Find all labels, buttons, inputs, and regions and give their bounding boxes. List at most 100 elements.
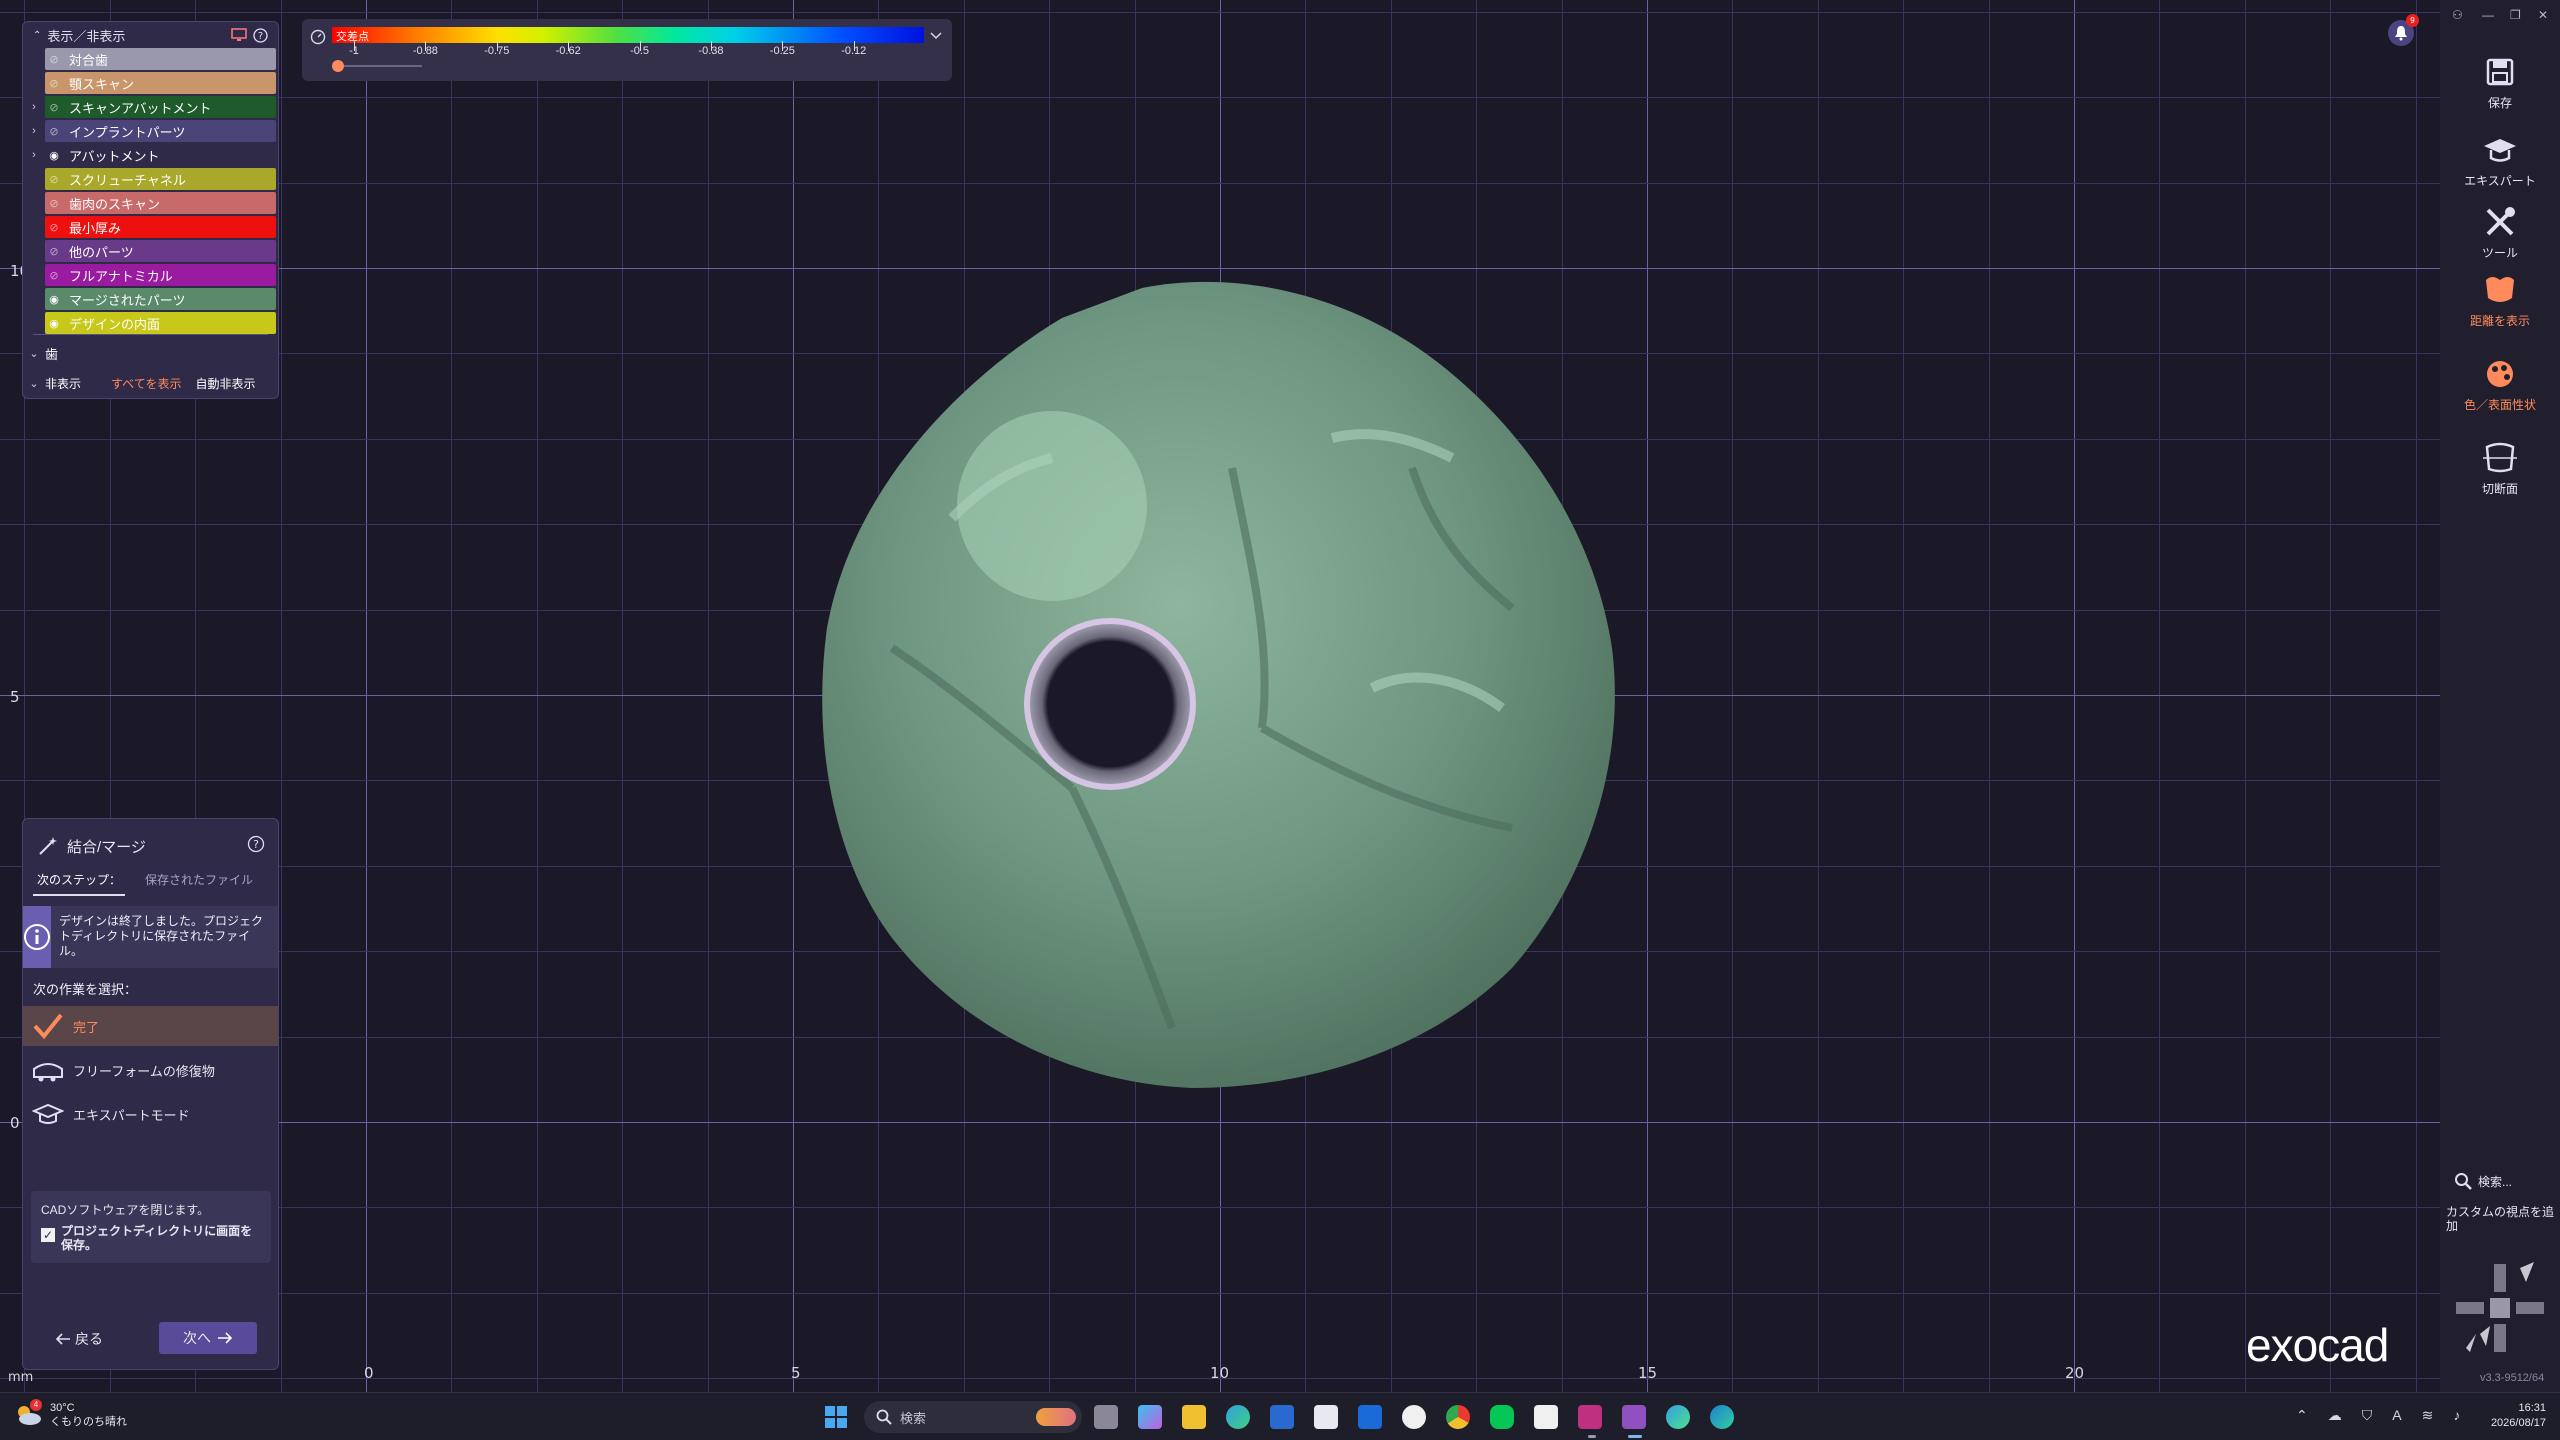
chevron-down-icon[interactable] (930, 31, 942, 41)
grid-line (0, 1207, 2440, 1209)
tab-next-step[interactable]: 次のステップ： (33, 869, 126, 896)
scale-tick-label: -0.75 (484, 45, 510, 57)
edge-dev-icon[interactable] (1666, 1405, 1690, 1429)
tool-save[interactable]: 保存 (2440, 50, 2560, 111)
layer-row[interactable]: ⊘ 対合歯 (23, 48, 280, 70)
taskbar-search-box[interactable]: 検索 (864, 1401, 1082, 1433)
eye-off-icon[interactable]: ⊘ (45, 77, 63, 90)
auto-hide-link[interactable]: 自動非表示 (195, 375, 255, 392)
layer-row[interactable]: ⊘ 顎スキャン (23, 72, 280, 94)
file-explorer-icon[interactable] (1182, 1405, 1206, 1429)
grid-line (1903, 0, 1905, 1392)
restore-icon[interactable]: ❐ (2510, 8, 2521, 22)
cad-app-icon[interactable] (1622, 1405, 1646, 1429)
tool-show-distance[interactable]: 距離を表示 (2440, 268, 2560, 329)
teeth-group-row[interactable]: ⌄ 歯 (23, 342, 280, 364)
save-screenshot-checkbox[interactable]: ✓ (41, 1228, 55, 1242)
expand-chevron-icon[interactable]: ⌄ (23, 347, 45, 360)
layer-row[interactable]: ⊘ 他のパーツ (23, 240, 280, 262)
tool-cut-plane[interactable]: 切断面 (2440, 436, 2560, 497)
monitor-pin-icon[interactable] (231, 28, 247, 42)
eye-icon[interactable]: ◉ (45, 293, 63, 306)
eye-off-icon[interactable]: ⊘ (45, 101, 63, 114)
security-icon[interactable]: ⛉ (2362, 1407, 2373, 1424)
option-expert-mode[interactable]: エキスパートモード (23, 1094, 278, 1134)
eye-off-icon[interactable]: ⊘ (45, 221, 63, 234)
collapse-chevron-icon[interactable]: ⌃ (33, 30, 41, 41)
eye-off-icon[interactable]: ⊘ (45, 173, 63, 186)
minimize-icon[interactable]: — (2482, 8, 2494, 22)
next-button[interactable]: 次へ (159, 1322, 257, 1354)
tab-saved-files[interactable]: 保存されたファイル (141, 869, 257, 896)
tool-color-texture[interactable]: 色／表面性状 (2440, 352, 2560, 413)
eye-icon[interactable]: ◉ (45, 149, 63, 162)
wifi-icon[interactable]: ≋ (2422, 1407, 2434, 1424)
notepad-icon[interactable] (1314, 1405, 1338, 1429)
merge-panel-title: 結合/マージ (67, 838, 146, 856)
layer-row[interactable]: › ◉ アバットメント (23, 144, 280, 166)
windows-start-icon[interactable] (824, 1405, 848, 1429)
ime-icon[interactable]: A (2392, 1407, 2401, 1424)
layer-row[interactable]: ⊘ フルアナトミカル (23, 264, 280, 286)
option-finish[interactable]: 完了 (23, 1006, 278, 1046)
eye-icon[interactable]: ◉ (45, 317, 63, 330)
speaker-icon[interactable]: ♪ (2453, 1407, 2460, 1424)
tool-expert[interactable]: エキスパート (2440, 128, 2560, 189)
show-all-link[interactable]: すべてを表示 (111, 375, 181, 392)
eye-off-icon[interactable]: ⊘ (45, 245, 63, 258)
chevron-up-icon[interactable]: ⌃ (2296, 1407, 2308, 1424)
view-cube-icon[interactable] (2450, 1258, 2550, 1358)
crown-model[interactable] (812, 268, 1638, 1094)
x-tick-15: 15 (1638, 1364, 1658, 1382)
running-indicator (1588, 1435, 1596, 1438)
user-icon[interactable]: ⚇ (2452, 8, 2463, 22)
close-options-box: CADソフトウェアを閉じます。 ✓ プロジェクトディレクトリに画面を保存。 (31, 1191, 271, 1263)
edge-icon[interactable] (1226, 1405, 1250, 1429)
3d-viewport[interactable]: 0 5 10 15 20 10 5 0 mm (0, 0, 2440, 1392)
custom-view-label[interactable]: カスタムの視点を追加 (2446, 1205, 2556, 1233)
layer-row[interactable]: ◉ デザインの内面 (23, 312, 280, 334)
close-icon[interactable]: ✕ (2538, 8, 2548, 22)
eye-off-icon[interactable]: ⊘ (45, 197, 63, 210)
back-button[interactable]: 戻る (55, 1329, 103, 1349)
onedrive-icon[interactable]: ☁ (2328, 1407, 2342, 1424)
weather-widget[interactable]: 30°C くもりのち晴れ 4 (14, 1399, 127, 1429)
capcut-icon[interactable] (1534, 1405, 1558, 1429)
layer-row[interactable]: › ⊘ インプラントパーツ (23, 120, 280, 142)
task-view-icon[interactable] (1094, 1405, 1118, 1429)
line-icon[interactable] (1490, 1405, 1514, 1429)
chrome-icon[interactable] (1446, 1405, 1470, 1429)
collapse-chevron-icon[interactable]: ⌄ (23, 377, 45, 390)
layer-row[interactable]: ⊘ スクリューチャネル (23, 168, 280, 190)
layer-row[interactable]: › ⊘ スキャンアバットメント (23, 96, 280, 118)
eye-off-icon[interactable]: ⊘ (45, 125, 63, 138)
store-icon[interactable] (1270, 1405, 1294, 1429)
scale-slider-handle[interactable] (332, 60, 344, 72)
eye-off-icon[interactable]: ⊘ (45, 53, 63, 66)
layer-row[interactable]: ◉ マージされたパーツ (23, 288, 280, 310)
chat-app-icon[interactable] (1402, 1405, 1426, 1429)
layer-label: スクリューチャネル (69, 172, 186, 188)
tool-tools[interactable]: ツール (2440, 200, 2560, 261)
edge-beta-icon[interactable] (1710, 1405, 1734, 1429)
help-icon[interactable]: ? (247, 835, 265, 853)
layer-row[interactable]: ⊘ 歯肉のスキャン (23, 192, 280, 214)
eye-off-icon[interactable]: ⊘ (45, 269, 63, 282)
exocad-app-icon[interactable] (1578, 1405, 1602, 1429)
help-icon[interactable]: ? (253, 27, 268, 43)
notification-button[interactable]: 9 (2388, 14, 2419, 46)
clock[interactable]: 16:31 2026/08/17 (2476, 1401, 2546, 1431)
layer-row[interactable]: ⊘ 最小厚み (23, 216, 280, 238)
tool-label: 色／表面性状 (2463, 398, 2536, 412)
search-button[interactable]: 検索... (2454, 1172, 2512, 1190)
system-tray[interactable]: ⌃ ☁ ⛉ A ≋ ♪ (2296, 1407, 2460, 1424)
clock-time: 16:31 (2518, 1402, 2546, 1414)
copilot-icon[interactable] (1138, 1405, 1162, 1429)
expand-chevron-icon[interactable]: › (23, 125, 45, 137)
expand-chevron-icon[interactable]: › (23, 101, 45, 113)
cut-plane-icon (2483, 442, 2517, 473)
speedometer-icon[interactable] (310, 29, 326, 45)
outlook-icon[interactable] (1358, 1405, 1382, 1429)
expand-chevron-icon[interactable]: › (23, 149, 45, 161)
option-freeform-restoration[interactable]: フリーフォームの修復物 (23, 1050, 278, 1090)
